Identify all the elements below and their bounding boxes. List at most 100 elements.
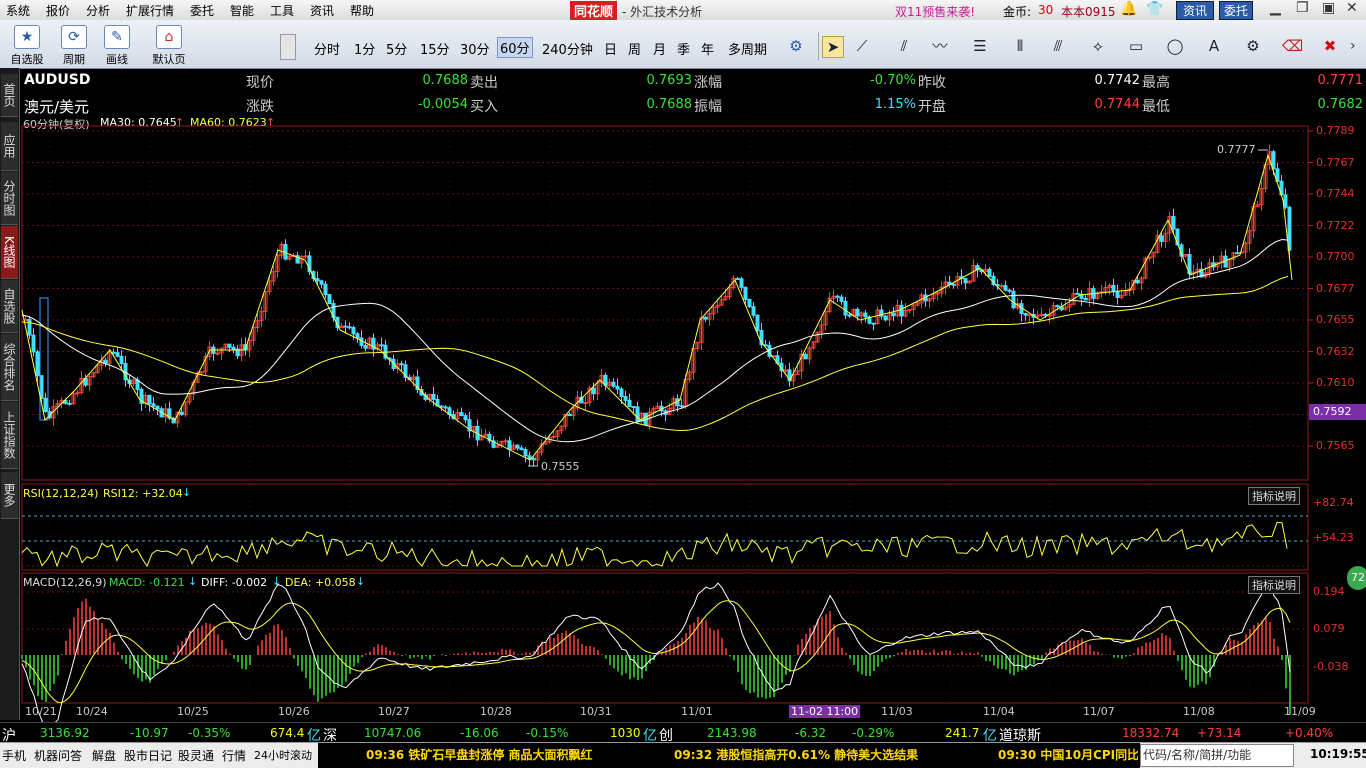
candle-body xyxy=(583,402,588,405)
clock: 10:19:55 xyxy=(1310,747,1366,761)
news-item[interactable]: 09:30 中国10月CPI同比 xyxy=(998,746,1138,763)
candle-body xyxy=(27,318,32,336)
candle-body xyxy=(1083,297,1088,301)
tab-mobile[interactable]: 手机 xyxy=(2,747,26,764)
macd-panel-frame xyxy=(21,572,1309,704)
main-panel-frame xyxy=(21,125,1309,481)
candle-body xyxy=(899,304,904,317)
tab-24h-news[interactable]: 24小时滚动 xyxy=(254,747,312,763)
candle-body xyxy=(303,255,308,258)
candle-body xyxy=(231,346,236,350)
macd-arrow-icon: ↓ xyxy=(188,575,198,588)
search-input[interactable]: 代码/名称/简拼/功能 xyxy=(1140,744,1294,767)
macd-axis-top: 0.194 xyxy=(1313,585,1345,598)
candle-body xyxy=(891,312,896,317)
candle-body xyxy=(907,309,912,312)
rsi-axis-mid: +54.23 xyxy=(1313,531,1354,544)
candle-body xyxy=(431,393,436,400)
candle-body xyxy=(623,395,628,401)
candlesticks xyxy=(23,144,1292,467)
candle-body xyxy=(755,314,760,332)
price-axis-label: 0.7677 xyxy=(1316,281,1355,295)
candle-body xyxy=(739,278,744,288)
dj-change: +73.14 xyxy=(1197,726,1242,740)
macd-explain-button[interactable]: 指标说明 xyxy=(1248,576,1300,594)
candle-body xyxy=(151,403,156,407)
candle-body xyxy=(743,286,748,300)
sz-pct: -0.15% xyxy=(526,726,569,740)
candle-body xyxy=(839,296,844,302)
candle-body xyxy=(179,411,184,416)
candle-body xyxy=(963,278,968,284)
candle-body xyxy=(1115,290,1120,298)
candle-body xyxy=(119,355,124,364)
date-label: 11/07 xyxy=(1083,705,1115,718)
candle-body xyxy=(515,444,520,449)
candle-body xyxy=(803,353,808,360)
tab-qa[interactable]: 机器问答 xyxy=(34,747,82,764)
macd-axis-low: -0.038 xyxy=(1313,660,1349,673)
news-ticker[interactable]: 09:36 铁矿石早盘封涨停 商品大面积飘红 09:32 港股恒指高开0.61%… xyxy=(318,743,1140,768)
candle-body xyxy=(43,397,48,413)
date-label: 11/09 xyxy=(1284,705,1316,718)
cy-pct: -0.29% xyxy=(852,726,895,740)
candle-body xyxy=(315,278,320,282)
date-label: 10/31 xyxy=(580,705,612,718)
candle-body xyxy=(319,280,324,285)
candle-body xyxy=(631,406,636,409)
candle-body xyxy=(327,294,332,305)
date-label: 10/25 xyxy=(177,705,209,718)
date-label: 10/26 xyxy=(278,705,310,718)
rsi-arrow-icon: ↓ xyxy=(182,486,192,499)
price-axis-label: 0.7722 xyxy=(1316,218,1355,232)
tab-diary[interactable]: 股市日记 xyxy=(124,747,172,764)
candle-body xyxy=(1023,313,1028,316)
tab-commentary[interactable]: 解盘 xyxy=(92,747,116,764)
rsi-explain-button[interactable]: 指标说明 xyxy=(1248,487,1300,505)
candle-body xyxy=(567,413,572,417)
candle-body xyxy=(679,405,684,408)
candle-body xyxy=(1235,252,1240,255)
price-axis-label: 0.7610 xyxy=(1316,376,1355,389)
diff-arrow-icon: ↓ xyxy=(272,575,282,588)
chart-canvas[interactable] xyxy=(0,0,1366,767)
candle-body xyxy=(31,334,36,353)
candle-body xyxy=(611,381,616,387)
float-badge[interactable]: 72 xyxy=(1347,566,1366,590)
news-item[interactable]: 09:36 铁矿石早盘封涨停 商品大面积飘红 xyxy=(366,746,593,763)
candle-body xyxy=(999,285,1004,288)
dj-index: 18332.74 xyxy=(1122,726,1180,740)
candle-body xyxy=(463,415,468,421)
sh-pct: -0.35% xyxy=(188,726,231,740)
peak-label: 0.7777 xyxy=(1217,143,1256,156)
dea-line xyxy=(21,600,1291,704)
sh-amount: 674.4 xyxy=(270,726,305,740)
candle-body xyxy=(323,283,328,296)
tab-market[interactable]: 行情 xyxy=(222,747,246,764)
dj-pct: +0.40% xyxy=(1285,726,1334,740)
news-item[interactable]: 09:32 港股恒指高开0.61% 静待美大选结果 xyxy=(674,746,918,763)
candle-body xyxy=(863,312,868,318)
candle-body xyxy=(147,394,152,405)
candle-body xyxy=(531,457,536,461)
diff-value: DIFF: -0.002 xyxy=(201,576,268,589)
candle-body xyxy=(783,369,788,372)
trough-label: 0.7555 xyxy=(541,460,580,473)
candle-body xyxy=(1011,290,1016,309)
date-label: 11/01 xyxy=(681,705,713,718)
tab-stock-genie[interactable]: 股灵通 xyxy=(178,747,214,764)
date-label: 10/24 xyxy=(76,705,108,718)
cy-index: 2143.98 xyxy=(707,726,757,740)
candle-body xyxy=(155,405,160,410)
candle-body xyxy=(527,455,532,459)
candle-body xyxy=(1055,305,1060,308)
candle-body xyxy=(443,406,448,409)
date-label: 10/27 xyxy=(378,705,410,718)
candle-body xyxy=(1135,279,1140,284)
market-status-bar: 沪 3136.92 -10.97 -0.35% 674.4 亿 深 10747.… xyxy=(0,722,1366,744)
candle-body xyxy=(1027,313,1032,316)
candle-body xyxy=(111,351,116,354)
candle-body xyxy=(1287,206,1292,251)
sz-change: -16.06 xyxy=(460,726,499,740)
candle-body xyxy=(843,300,848,316)
